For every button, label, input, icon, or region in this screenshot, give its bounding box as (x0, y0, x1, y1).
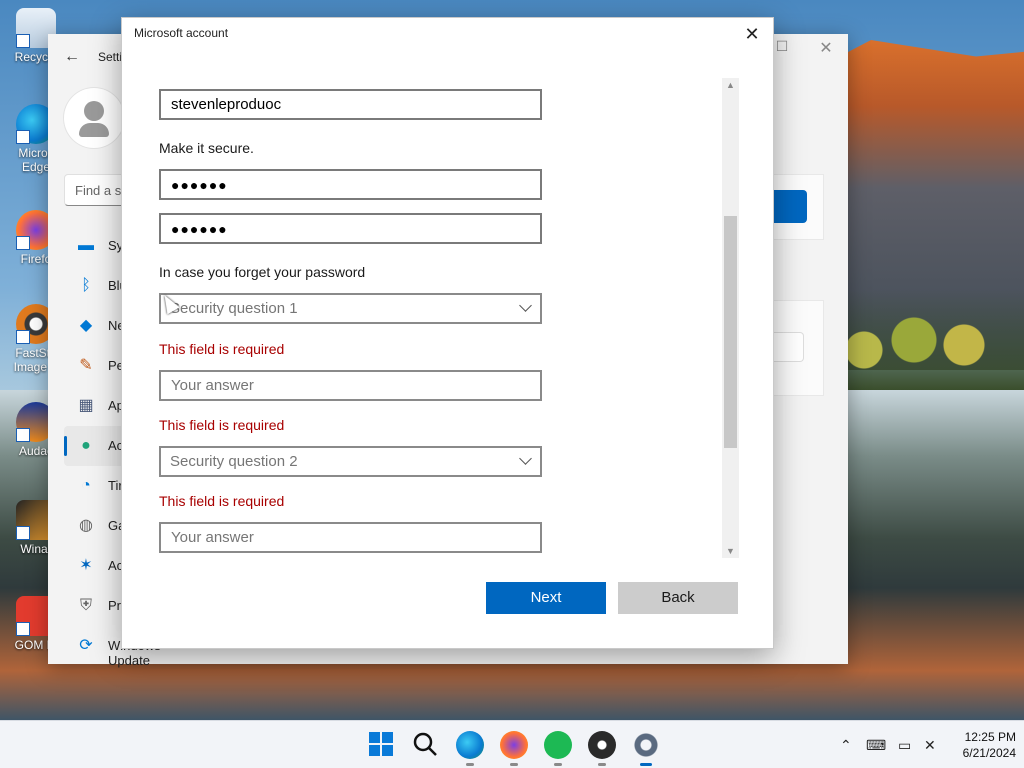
error-message: This field is required (159, 493, 285, 509)
taskbar: ⌃ ⌨ ▭ ✕ 12:25 PM 6/21/2024 (0, 720, 1024, 768)
select-placeholder: Security question 2 (170, 453, 298, 470)
email-field[interactable]: stevenleproduoc (159, 89, 542, 120)
clock-time: 12:25 PM (964, 730, 1016, 744)
dialog-title: Microsoft account (134, 26, 229, 40)
clock[interactable]: 12:25 PM 6/21/2024 (950, 729, 1016, 761)
desktop-icon-label: Winar (20, 542, 52, 556)
accounts-icon: ● (81, 437, 91, 454)
wallpaper-trees (824, 290, 1024, 390)
start-button[interactable] (368, 731, 396, 759)
scrollbar[interactable]: ▲ ▼ (722, 78, 739, 558)
accessibility-icon: ✶ (79, 557, 93, 574)
apps-icon: ▦ (78, 397, 94, 414)
confirm-password-field[interactable]: ●●●●●● (159, 213, 542, 244)
taskbar-obs[interactable] (588, 731, 616, 766)
settings-title: Setti (98, 50, 123, 64)
password-field[interactable]: ●●●●●● (159, 169, 542, 200)
error-message: This field is required (159, 341, 285, 357)
secure-heading: Make it secure. (159, 140, 254, 156)
brush-icon: ✎ (79, 357, 93, 374)
maximize-icon[interactable]: ☐ (772, 38, 792, 58)
scroll-down-icon[interactable]: ▼ (722, 544, 739, 558)
keyboard-icon[interactable]: ⌨ (866, 721, 886, 768)
back-button[interactable]: Back (618, 582, 738, 614)
security-question-2-select[interactable]: Security question 2 (159, 446, 542, 477)
next-button[interactable]: Next (486, 582, 606, 614)
back-arrow-icon[interactable]: ← (64, 48, 80, 66)
privacy-icon: ⛨ (79, 597, 92, 614)
security-question-1-select[interactable]: Security question 1 (159, 293, 542, 324)
desktop-icon-label: Firefo (20, 252, 52, 266)
error-message: This field is required (159, 417, 285, 433)
system-icon: ▬ (78, 237, 94, 254)
wifi-icon: ◆ (79, 317, 93, 334)
avatar[interactable] (64, 88, 124, 148)
network-icon[interactable]: ▭ (898, 721, 911, 768)
time-icon: ◔ (81, 477, 91, 494)
answer-1-input[interactable]: Your answer (159, 370, 542, 401)
gaming-icon: ◍ (79, 517, 93, 534)
volume-muted-icon[interactable]: ✕ (924, 721, 936, 768)
scroll-up-icon[interactable]: ▲ (722, 78, 739, 92)
select-placeholder: Security question 1 (170, 300, 298, 317)
recovery-heading: In case you forget your password (159, 264, 366, 280)
chevron-down-icon (519, 299, 532, 312)
taskbar-edge[interactable] (456, 731, 484, 766)
taskbar-settings[interactable] (632, 731, 660, 766)
windows-update-icon: ⟳ (79, 637, 93, 654)
chevron-up-icon[interactable]: ⌃ (840, 721, 852, 768)
microsoft-account-dialog: Microsoft account ✕ stevenleproduoc Make… (121, 17, 774, 649)
nav-label: Pr (108, 598, 121, 613)
taskbar-firefox[interactable] (500, 731, 528, 766)
answer-2-input[interactable]: Your answer (159, 522, 542, 553)
chevron-down-icon (519, 452, 532, 465)
search-button[interactable] (412, 731, 440, 759)
scrollbar-thumb[interactable] (724, 216, 737, 448)
search-icon (413, 732, 437, 756)
windows-logo-icon (369, 732, 393, 756)
close-icon[interactable]: ✕ (740, 22, 764, 46)
clock-date: 6/21/2024 (962, 746, 1016, 760)
bluetooth-icon: ᛒ (81, 277, 91, 294)
close-icon[interactable]: ✕ (816, 38, 836, 58)
taskbar-spotify[interactable] (544, 731, 572, 766)
